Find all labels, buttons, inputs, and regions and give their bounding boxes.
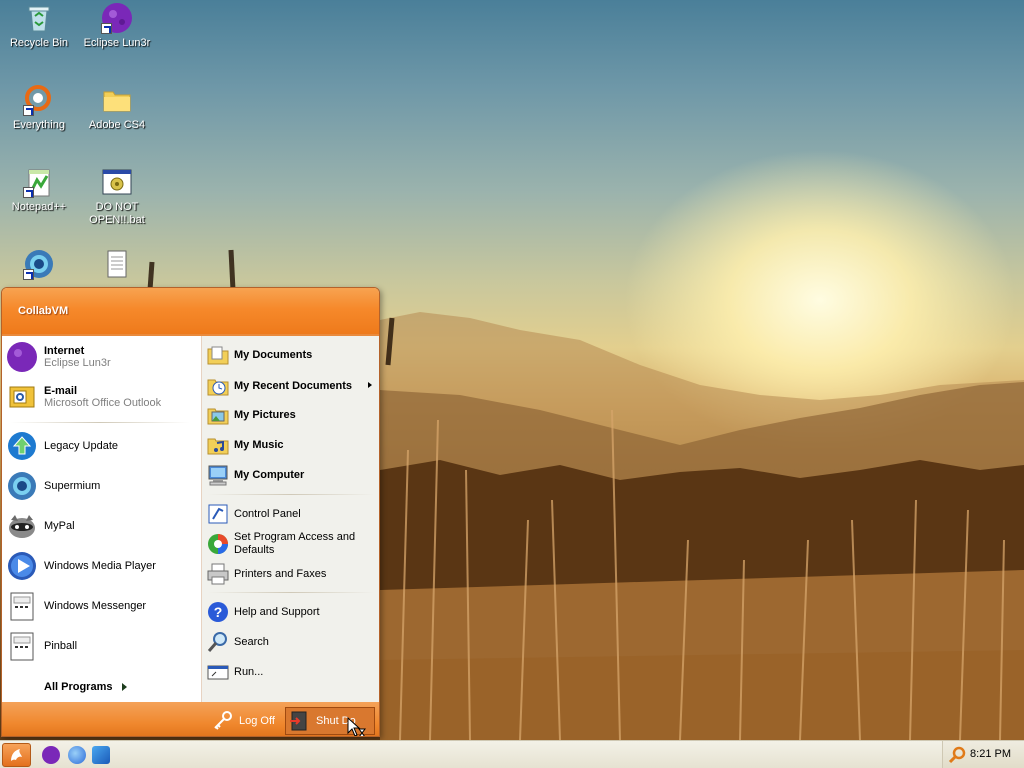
program-windows-media-player[interactable]: Windows Media Player [6,548,196,584]
folder-icon [101,84,133,116]
desktop-icon-do-not-open-bat[interactable]: DO NOT OPEN!!.bat [78,166,156,227]
clock[interactable]: 8:21 PM [970,748,1011,760]
start-button[interactable] [2,743,31,767]
tool-help-and-support[interactable]: ? Help and Support [206,600,378,624]
place-my-recent-documents[interactable]: My Recent Documents [206,373,378,399]
place-my-documents[interactable]: My Documents [206,343,378,367]
start-menu: CollabVM Internet Eclipse Lun3r E-mail Mic… [1,287,380,737]
my-pictures-icon [206,403,230,427]
start-logo-icon [11,749,22,761]
desktop-icon-notepad-plus-plus[interactable]: Notepad++ [0,166,78,214]
search-icon[interactable] [948,746,966,764]
my-computer-icon [206,463,230,487]
system-tray: 8:21 PM [942,741,1024,768]
mouse-cursor-busy-icon [347,716,367,736]
separator [10,422,190,423]
all-programs-button[interactable]: All Programs [44,681,128,693]
my-music-icon [206,433,230,457]
supermium-icon [6,470,38,502]
tool-search[interactable]: Search [206,630,378,654]
shortcut-arrow-icon [23,187,34,198]
notepad-plus-plus-icon [23,166,55,198]
program-pinball[interactable]: Pinball [6,628,196,664]
recent-documents-icon [206,374,230,398]
arrow-right-icon [122,683,128,691]
supermium-icon [23,248,55,280]
start-menu-header: CollabVM [2,288,379,336]
control-panel-icon [206,502,230,526]
desktop-icon-eclipse-lun3r[interactable]: Eclipse Lun3r [78,2,156,50]
mypal-icon [6,510,38,542]
help-icon: ? [206,600,230,624]
supermium-icon[interactable] [92,746,110,764]
submenu-arrow-icon [368,382,372,388]
program-legacy-update[interactable]: Legacy Update [6,428,196,464]
program-mypal[interactable]: MyPal [6,508,196,544]
tool-run[interactable]: Run... [206,660,378,684]
desktop-icon-recycle-bin[interactable]: Recycle Bin [0,2,78,50]
internet-explorer-icon[interactable] [68,746,86,764]
legacy-update-icon [6,430,38,462]
eclipse-lun3r-icon [101,2,133,34]
place-my-computer[interactable]: My Computer [206,463,378,487]
my-documents-icon [206,343,230,367]
media-player-icon [6,550,38,582]
eclipse-lun3r-icon[interactable] [42,746,60,764]
pinned-item-email[interactable]: E-mail Microsoft Office Outlook [6,379,196,415]
shut-down-icon [289,710,311,732]
shortcut-arrow-icon [23,105,34,116]
desktop-icon-everything[interactable]: Everything [0,84,78,132]
shortcut-arrow-icon [23,269,34,280]
printer-icon [206,562,230,586]
desktop-icon-text-document[interactable] [78,248,156,283]
settings-control-panel[interactable]: Control Panel [206,502,378,526]
everything-icon [23,84,55,116]
log-off-button[interactable]: Log Off [212,707,275,735]
pinned-item-internet[interactable]: Internet Eclipse Lun3r [6,339,196,375]
pinball-icon [6,630,38,662]
settings-printers-and-faxes[interactable]: Printers and Faxes [206,562,378,586]
svg-text:?: ? [214,604,223,620]
messenger-icon [6,590,38,622]
search-icon [206,630,230,654]
run-icon [206,660,230,684]
desktop-icon-adobe-cs4[interactable]: Adobe CS4 [78,84,156,132]
program-supermium[interactable]: Supermium [6,468,196,504]
taskbar: 8:21 PM [0,740,1024,768]
settings-program-access-defaults[interactable]: Set Program Access and Defaults [206,530,378,558]
outlook-icon [6,381,38,413]
text-document-icon [101,248,133,280]
shortcut-arrow-icon [101,23,112,34]
program-windows-messenger[interactable]: Windows Messenger [6,588,196,624]
separator [208,592,374,593]
log-off-key-icon [212,710,234,732]
recycle-bin-icon [23,2,55,34]
place-my-music[interactable]: My Music [206,433,378,457]
start-menu-right-pane: My Documents My Recent Documents My Pict… [201,336,379,702]
separator [208,494,374,495]
start-menu-left-pane: Internet Eclipse Lun3r E-mail Microsoft Of… [2,336,201,717]
desktop-icon-supermium[interactable] [0,248,78,283]
place-my-pictures[interactable]: My Pictures [206,403,378,427]
program-defaults-icon [206,532,230,556]
user-name: CollabVM [18,305,69,317]
batch-file-icon [101,166,133,198]
eclipse-lun3r-icon [6,341,38,373]
